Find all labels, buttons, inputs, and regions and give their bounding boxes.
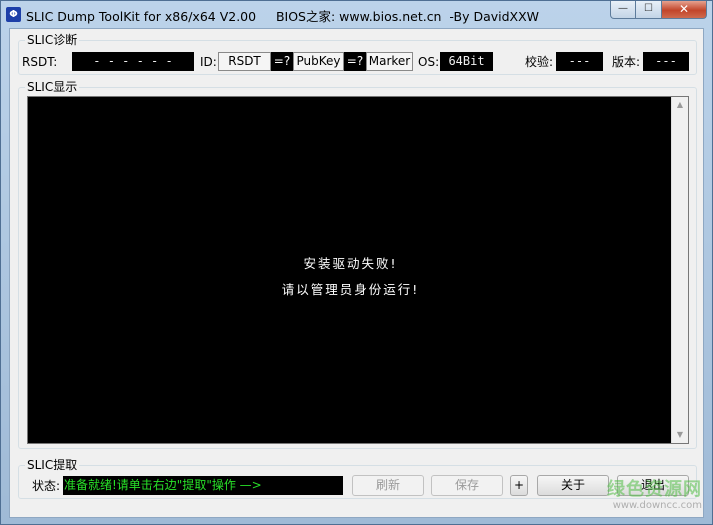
about-button[interactable]: 关于 [537,475,609,496]
error-line-2: 请以管理员身份运行! [281,282,420,297]
slic-extract-title: SLIC提取 [25,458,80,472]
watermark-main: 绿色资源网 [607,479,702,500]
rsdt-value: - - - - - - [72,52,194,71]
slic-display-area[interactable]: 安装驱动失败! 请以管理员身份运行! ▲ ▼ [27,96,689,444]
title-bar[interactable]: Φ SLIC Dump ToolKit for x86/x64 V2.00 BI… [1,1,712,27]
checksum-label: 校验: [525,55,554,69]
window-controls: — ☐ ✕ [610,1,707,19]
pubkey-box: PubKey [293,52,344,71]
os-value: 64Bit [440,52,493,71]
version-value: --- [643,52,689,71]
scroll-down-icon[interactable]: ▼ [672,427,688,443]
compare-indicator-1: =? [271,52,293,71]
expand-plus-button[interactable]: + [510,475,528,496]
watermark-url: www.downcc.com [612,500,702,511]
status-label: 状态: [32,479,61,493]
display-scrollbar[interactable]: ▲ ▼ [671,97,688,443]
maximize-button[interactable]: ☐ [636,1,662,19]
scroll-up-icon[interactable]: ▲ [672,97,688,113]
status-field: 准备就绪!请单击右边"提取"操作 —> [63,476,343,495]
compare-indicator-2: =? [344,52,366,71]
close-button[interactable]: ✕ [662,1,707,19]
app-icon: Φ [6,7,21,22]
window-title: SLIC Dump ToolKit for x86/x64 V2.00 BIOS… [26,9,540,24]
id-rsdt-box: RSDT [218,52,271,71]
os-label: OS: [418,55,440,69]
app-window: Φ SLIC Dump ToolKit for x86/x64 V2.00 BI… [0,0,713,525]
slic-diag-title: SLIC诊断 [25,33,80,47]
refresh-button[interactable]: 刷新 [352,475,424,496]
id-label: ID: [200,55,217,69]
version-label: 版本: [612,55,641,69]
client-area: SLIC诊断 RSDT: - - - - - - ID: RSDT =? Pub… [9,28,704,518]
rsdt-label: RSDT: [22,55,58,69]
checksum-value: --- [556,52,603,71]
save-button[interactable]: 保存 [431,475,503,496]
error-line-1: 安装驱动失败! [303,256,398,271]
watermark: 绿色资源网 www.downcc.com [607,480,702,512]
minimize-button[interactable]: — [610,1,636,19]
slic-show-title: SLIC显示 [25,80,80,94]
marker-box: Marker [366,52,413,71]
